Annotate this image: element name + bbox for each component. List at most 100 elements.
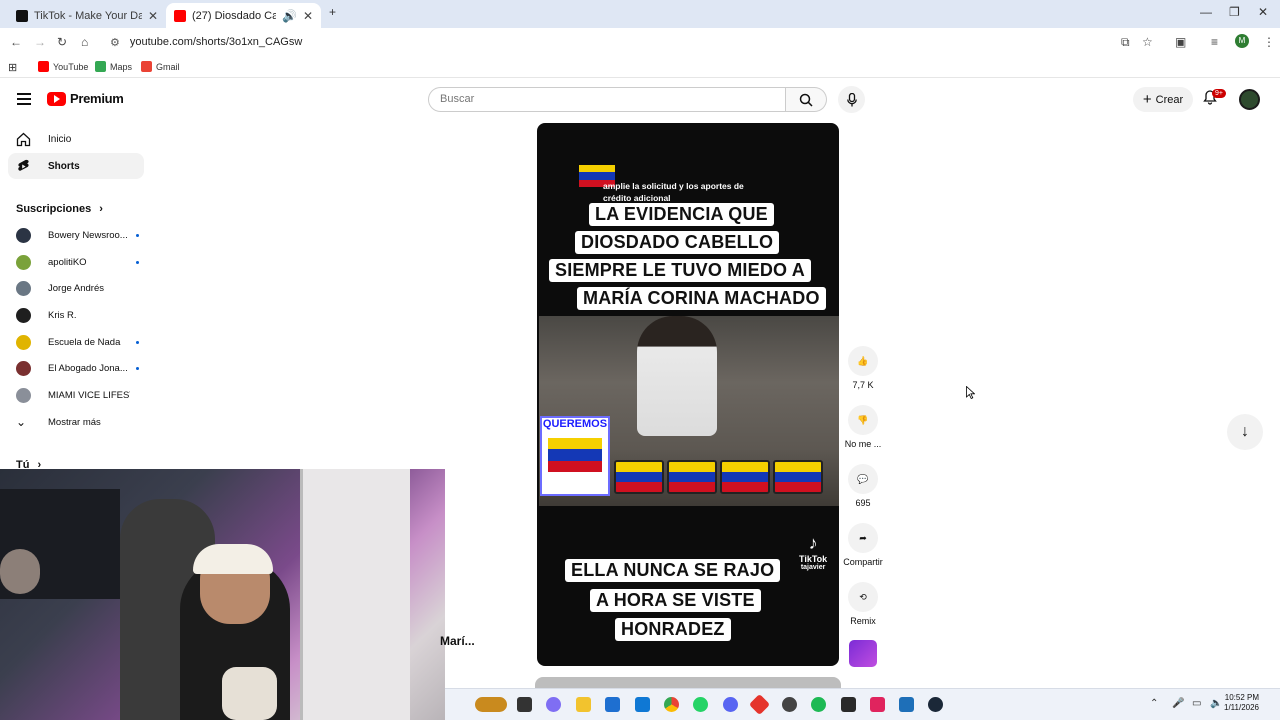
comments-button[interactable]: 💬 695	[840, 464, 886, 508]
notification-badge: 9+	[1212, 89, 1226, 98]
new-tab-plus-icon[interactable]: +	[329, 5, 336, 19]
youtube-favicon-icon	[174, 9, 186, 22]
dislike-button[interactable]: 👎 No me ...	[840, 405, 886, 449]
back-icon[interactable]: ←	[10, 35, 22, 49]
next-short-button[interactable]: ↓	[1227, 414, 1263, 450]
thumbs-down-icon: 👎	[848, 405, 878, 435]
sign-text: QUEREMOS	[542, 418, 608, 430]
channel-name: MIAMI VICE LIFEST...	[48, 389, 130, 401]
app-red-icon[interactable]	[748, 693, 771, 716]
sidebar-item-shorts[interactable]: Shorts	[8, 153, 144, 179]
short-video-player[interactable]: amplie la solicitud y los aportes de cré…	[537, 123, 839, 666]
epic-games-icon[interactable]	[841, 697, 856, 712]
steam-icon[interactable]	[928, 697, 943, 712]
sidebar-item-label: Shorts	[48, 160, 80, 172]
subscription-item[interactable]: Bowery Newsroo...	[16, 225, 146, 245]
sound-thumbnail[interactable]	[849, 640, 877, 667]
clock-time: 10:52 PM	[1224, 693, 1259, 702]
tab-tiktok[interactable]: TikTok - Make Your Day ✕	[8, 3, 166, 28]
bookmark-youtube[interactable]: YouTube	[38, 61, 88, 72]
obs-icon[interactable]	[782, 697, 797, 712]
tiktok-watermark: ♪ TikTok tajavier	[799, 533, 827, 571]
bookmark-label: Maps	[110, 61, 133, 72]
search-button[interactable]	[786, 87, 827, 112]
tray-display-icon[interactable]: ▭	[1192, 698, 1201, 709]
youtube-logo[interactable]: Premium	[47, 91, 124, 106]
video-bottom-caption: A HORA SE VISTE	[590, 589, 761, 612]
chevron-right-icon: ›	[99, 203, 103, 215]
create-button[interactable]: + Crear	[1133, 87, 1193, 112]
close-tab-icon[interactable]: ✕	[303, 9, 313, 23]
tray-mic-icon[interactable]: 🎤	[1172, 698, 1184, 709]
media-control-icon[interactable]: ≡	[1211, 35, 1218, 49]
short-title-overlay[interactable]: Marí...	[440, 634, 475, 648]
tiktok-app-icon[interactable]	[870, 697, 885, 712]
whatsapp-icon[interactable]	[693, 697, 708, 712]
task-view-icon[interactable]	[517, 697, 532, 712]
home-browser-icon[interactable]: ⌂	[81, 35, 88, 49]
profile-avatar[interactable]: M	[1235, 34, 1249, 48]
video-small-caption: amplie la solicitud y los aportes de cré…	[603, 181, 744, 203]
youtube-header: Premium Buscar + Crear 9+	[0, 80, 1280, 120]
subscription-item[interactable]: Kris R.	[16, 305, 146, 325]
subscription-item[interactable]: Escuela de Nada	[16, 332, 146, 352]
like-button[interactable]: 👍 7,7 K	[840, 346, 886, 390]
new-content-dot	[136, 340, 139, 344]
channel-avatar	[16, 280, 31, 296]
forward-icon[interactable]: →	[34, 35, 46, 49]
channel-name: Jorge Andrés	[48, 282, 104, 294]
subscription-item[interactable]: El Abogado Jona...	[16, 358, 146, 378]
remix-icon: ⟲	[848, 582, 878, 612]
system-clock[interactable]: 10:52 PM 1/11/2026	[1224, 693, 1259, 713]
webcam-overlay	[0, 469, 445, 720]
close-window-icon[interactable]: ✕	[1258, 5, 1268, 19]
app-blue-icon[interactable]	[899, 697, 914, 712]
bookmark-star-icon[interactable]: ☆	[1142, 35, 1153, 49]
bookmark-maps[interactable]: Maps	[95, 61, 132, 72]
copilot-icon[interactable]	[546, 697, 561, 712]
search-input[interactable]: Buscar	[428, 87, 786, 112]
video-title-line: MARÍA CORINA MACHADO	[577, 287, 826, 310]
show-more-button[interactable]: ⌄ Mostrar más	[16, 412, 146, 432]
tray-speaker-icon[interactable]: 🔈	[1210, 698, 1222, 709]
apps-grid-icon[interactable]: ⊞	[8, 61, 17, 74]
spotify-icon[interactable]	[811, 697, 826, 712]
sidebar-item-inicio[interactable]: Inicio	[8, 126, 144, 152]
store-icon[interactable]	[605, 697, 620, 712]
channel-avatar	[16, 307, 31, 323]
tiktok-note-icon: ♪	[808, 533, 818, 553]
omnibox[interactable]: ⚙ youtube.com/shorts/3o1xn_CAGsw	[100, 30, 1160, 54]
share-button[interactable]: ➦ Compartir	[840, 523, 886, 567]
file-explorer-icon[interactable]	[576, 697, 591, 712]
chrome-menu-icon[interactable]: ⋮	[1263, 35, 1275, 49]
create-label: Crear	[1155, 93, 1184, 106]
remix-button[interactable]: ⟲ Remix	[840, 582, 886, 626]
bookmark-gmail[interactable]: Gmail	[141, 61, 180, 72]
voice-search-button[interactable]	[838, 86, 865, 113]
video-bottom-caption: ELLA NUNCA SE RAJO	[565, 559, 781, 582]
subscription-item[interactable]: apolitiKO	[16, 252, 146, 272]
taskbar-widget-icon[interactable]	[475, 697, 507, 712]
tab-youtube[interactable]: (27) Diosdado Cabello Siem 🔊 ✕	[166, 3, 321, 28]
channel-name: Escuela de Nada	[48, 336, 121, 348]
subscription-item[interactable]: Jorge Andrés	[16, 278, 146, 298]
restore-icon[interactable]: ❐	[1229, 5, 1240, 19]
extensions-icon[interactable]: ▣	[1175, 35, 1186, 49]
close-tab-icon[interactable]: ✕	[148, 9, 158, 23]
tray-chevron-icon[interactable]: ⌃	[1150, 698, 1158, 709]
site-info-icon[interactable]: ⚙	[110, 36, 120, 49]
account-avatar[interactable]	[1239, 89, 1260, 110]
install-app-icon[interactable]: ⧉	[1121, 35, 1130, 50]
minimize-icon[interactable]: —	[1200, 5, 1212, 19]
discord-icon[interactable]	[723, 697, 738, 712]
reload-icon[interactable]: ↻	[57, 35, 67, 49]
subscription-item[interactable]: MIAMI VICE LIFEST...	[16, 385, 146, 405]
outlook-icon[interactable]	[635, 697, 650, 712]
video-title-line: SIEMPRE LE TUVO MIEDO A	[549, 259, 811, 282]
speaker-icon[interactable]: 🔊	[282, 9, 297, 23]
chrome-icon[interactable]	[664, 697, 679, 712]
menu-icon[interactable]	[17, 93, 31, 108]
bookmarks-bar: ⊞ YouTube Maps Gmail	[0, 56, 1280, 78]
comment-icon: 💬	[848, 464, 878, 494]
subscriptions-header[interactable]: Suscripciones ›	[16, 203, 103, 215]
